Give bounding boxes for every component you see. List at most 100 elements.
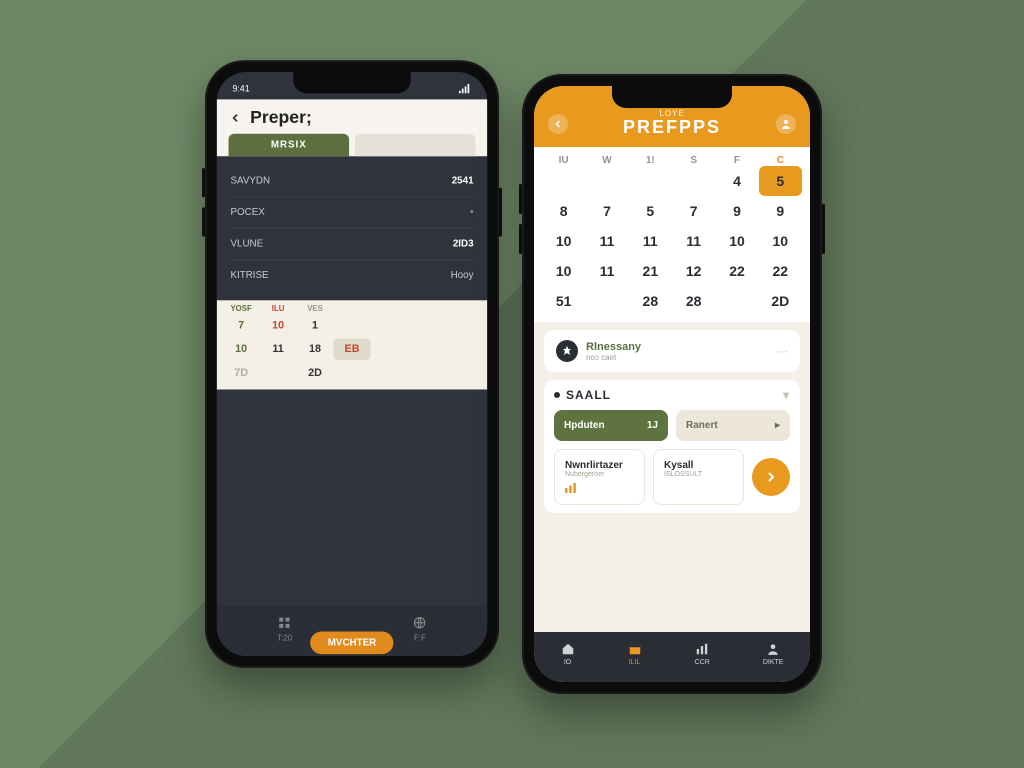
day-cell[interactable]: 10 (542, 256, 585, 286)
cal-icon (628, 642, 642, 656)
day-cell[interactable]: 7 (672, 196, 715, 226)
cal-cell[interactable] (370, 362, 407, 384)
tab-secondary[interactable] (355, 134, 476, 157)
chevron-down-icon: ▾ (783, 388, 790, 402)
day-cell[interactable] (629, 166, 672, 196)
cal-header: YOSF (223, 304, 260, 313)
list-label: POCEX (230, 207, 264, 218)
nav-item[interactable]: ILIL (628, 642, 642, 666)
stat-card[interactable]: Hpduten 1J (554, 410, 668, 441)
dots-icon[interactable]: ⋯ (777, 345, 788, 358)
cal-cell[interactable]: 7D (223, 362, 260, 384)
cal-cell[interactable] (260, 362, 297, 384)
day-cell[interactable]: 51 (542, 286, 585, 316)
day-cell[interactable]: 10 (759, 226, 802, 256)
cal-cell[interactable]: 11 (260, 339, 297, 361)
cal-cell[interactable]: 1 (297, 315, 334, 337)
fab-button[interactable] (752, 458, 790, 496)
phone-b-screen: LOYE PREFPPS IU W 1! S F C (534, 86, 810, 682)
cal-cell[interactable] (370, 339, 407, 361)
cal-header: VES (297, 304, 334, 313)
event-label: Rlnessany (586, 341, 641, 353)
cal-cell[interactable]: 10 (260, 315, 297, 337)
day-cell[interactable]: 11 (672, 226, 715, 256)
info-card[interactable]: Nwnrlirtazer Nubergeroer (554, 449, 645, 505)
day-cell[interactable]: 10 (715, 226, 758, 256)
nav-item[interactable]: CCR (695, 642, 710, 666)
phone-a-frame: 9:41 Preper; MRSIX S (205, 60, 499, 668)
nav-item[interactable]: F:F (413, 616, 427, 642)
day-cell[interactable] (542, 166, 585, 196)
cal-cell[interactable]: 18 (297, 339, 334, 361)
event-card[interactable]: Rlnessany noɔ caet ⋯ (544, 330, 800, 372)
volume-up-button[interactable] (202, 168, 205, 197)
cal-cell[interactable]: 10 (223, 339, 260, 361)
cal-cell[interactable] (444, 339, 481, 361)
info-sub: Nubergeroer (565, 471, 634, 478)
grid-icon (278, 616, 292, 630)
phone-a-bottombar: T:20 F:F MVCHTER (217, 606, 487, 656)
day-cell[interactable]: 21 (629, 256, 672, 286)
phone-b-calendar: IU W 1! S F C 4 5 8 7 (534, 147, 810, 322)
cal-cell[interactable] (444, 362, 481, 384)
stat-card[interactable]: Ranert ▸ (676, 410, 790, 441)
dow-cell: C (759, 155, 802, 166)
volume-up-button[interactable] (519, 184, 522, 214)
day-cell[interactable]: 11 (585, 226, 628, 256)
day-cell[interactable]: 9 (759, 196, 802, 226)
nav-item[interactable]: DIKTE (763, 642, 784, 666)
cal-cell[interactable]: EB (334, 339, 371, 361)
list-item[interactable]: VLUNE 2ID3 (230, 229, 473, 260)
cal-cell[interactable] (444, 315, 481, 337)
section-title: SAALL (566, 388, 611, 402)
day-cell[interactable]: 11 (585, 256, 628, 286)
day-cell[interactable]: 28 (629, 286, 672, 316)
cal-cell[interactable] (407, 315, 444, 337)
list-item[interactable]: KITRISE Hooy (230, 260, 473, 290)
back-button[interactable] (548, 114, 568, 134)
day-cell[interactable]: 11 (629, 226, 672, 256)
cta-button[interactable]: MVCHTER (310, 632, 394, 655)
day-cell[interactable]: 28 (672, 286, 715, 316)
list-value: 2ID3 (453, 239, 474, 250)
back-button[interactable] (229, 111, 243, 125)
saall-section: SAALL ▾ Hpduten 1J Ranert ▸ Nwnrlirtaze (544, 380, 800, 513)
cal-cell[interactable]: 7 (223, 315, 260, 337)
cal-cell[interactable] (334, 315, 371, 337)
day-cell[interactable]: 8 (542, 196, 585, 226)
day-cell[interactable]: 22 (715, 256, 758, 286)
day-cell[interactable]: 5 (629, 196, 672, 226)
day-cell[interactable]: 7 (585, 196, 628, 226)
nav-label: F:F (414, 634, 426, 643)
day-cell[interactable]: 2D (759, 286, 802, 316)
info-card[interactable]: Kysall ISLOSSULT (653, 449, 744, 505)
day-cell[interactable]: 22 (759, 256, 802, 286)
day-cell-selected[interactable]: 5 (759, 166, 802, 196)
list-item[interactable]: SAVYDN 2541 (230, 166, 473, 197)
volume-down-button[interactable] (202, 207, 205, 236)
volume-down-button[interactable] (519, 224, 522, 254)
day-cell[interactable] (672, 166, 715, 196)
power-button[interactable] (499, 188, 502, 237)
day-cell[interactable]: 4 (715, 166, 758, 196)
power-button[interactable] (822, 204, 825, 254)
day-cell[interactable] (585, 286, 628, 316)
cal-cell[interactable] (334, 362, 371, 384)
section-title-row[interactable]: SAALL ▾ (554, 388, 790, 402)
nav-item[interactable]: IO (561, 642, 575, 666)
cal-cell[interactable] (407, 362, 444, 384)
cal-cell[interactable] (407, 339, 444, 361)
cal-cell[interactable] (370, 315, 407, 337)
cal-cell[interactable]: 2D (297, 362, 334, 384)
caret-icon: ▸ (775, 420, 780, 431)
day-cell[interactable] (715, 286, 758, 316)
day-cell[interactable]: 9 (715, 196, 758, 226)
day-cell[interactable]: 12 (672, 256, 715, 286)
list-item[interactable]: POCEX • (230, 197, 473, 228)
tab-mrsix[interactable]: MRSIX (229, 134, 350, 157)
day-cell[interactable] (585, 166, 628, 196)
day-cell[interactable]: 10 (542, 226, 585, 256)
profile-button[interactable] (776, 114, 796, 134)
cal-header (444, 304, 481, 313)
nav-item[interactable]: T:20 (277, 616, 292, 642)
